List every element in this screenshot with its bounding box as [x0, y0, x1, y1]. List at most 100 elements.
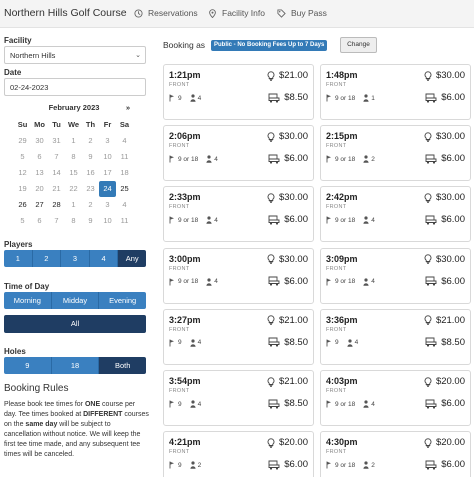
players-option[interactable]: 4 [89, 250, 119, 267]
tee-time-card[interactable]: 2:06pm FRONT 9 or 18 4 $30.00 $6.00 [163, 125, 314, 182]
players-value: 4 [214, 278, 218, 286]
golf-bulb-icon [267, 376, 275, 387]
cart-fee: $6.00 [425, 214, 465, 225]
calendar-day: 30 [35, 136, 44, 145]
calendar-day: 22 [69, 184, 78, 193]
calendar-month: February 2023 [48, 103, 100, 112]
flag-icon [169, 461, 174, 469]
tee-side: FRONT [169, 265, 190, 272]
golf-cart-icon [268, 337, 280, 347]
green-fee: $21.00 [267, 315, 308, 326]
holes-option[interactable]: Both [99, 357, 146, 374]
facility-label: Facility [4, 36, 32, 45]
calendar-day: 7 [54, 216, 59, 225]
golf-cart-icon [425, 215, 437, 225]
tee-time-card[interactable]: 3:54pm FRONT 9 4 $21.00 $8.50 [163, 370, 314, 426]
clock-icon [134, 8, 143, 18]
tee-time-card[interactable]: 3:09pm FRONT 9 or 18 4 $30.00 $6.00 [320, 247, 471, 304]
tee-time-card[interactable]: 1:21pm FRONT 9 4 $21.00 $8.50 [163, 64, 314, 120]
calendar-day: 31 [52, 136, 61, 145]
person-icon [190, 400, 196, 408]
calendar-day[interactable]: 26 [14, 197, 31, 213]
players-info: 2 [363, 155, 375, 163]
tee-time-card[interactable]: 3:27pm FRONT 9 4 $21.00 $8.50 [163, 308, 314, 365]
green-fee: $20.00 [424, 437, 465, 448]
facility-select[interactable]: Northern Hills ⌄ [4, 46, 146, 64]
top-nav-bar: Northern Hills Golf Course Reservations … [0, 0, 474, 28]
golf-bulb-icon [267, 254, 275, 264]
time-of-day-button-group: Morning Midday Evening [4, 292, 146, 309]
nav-facility-info-label: Facility Info [222, 8, 265, 18]
calendar-grid: Su Mo Tu We Th Fr Sa 29 30 31 1 2 3 4 5 6 7 8 9 10 11 12 13 14 1… [14, 117, 134, 229]
time-of-day-option[interactable]: Evening [99, 292, 146, 309]
calendar-day: 5 [20, 152, 25, 161]
green-fee: $30.00 [424, 254, 465, 265]
players-value: 4 [197, 400, 202, 408]
tee-time-card[interactable]: 4:03pm FRONT 9 or 18 4 $20.00 $6.00 [320, 370, 471, 426]
holes-value: 9 [178, 400, 182, 408]
green-fee: $21.00 [267, 70, 308, 81]
tee-time-card[interactable]: 2:33pm FRONT 9 or 18 4 $30.00 $6.00 [163, 186, 314, 243]
cart-fee: $6.00 [425, 153, 465, 164]
calendar-day: 6 [37, 216, 42, 225]
change-rate-button[interactable]: Change [340, 37, 377, 53]
time-of-day-option[interactable]: Midday [51, 292, 100, 309]
players-info: 4 [190, 94, 202, 102]
calendar-day: 16 [86, 168, 95, 177]
calendar-day[interactable]: 24 [99, 181, 116, 197]
calendar: February 2023 » Su Mo Tu We Th Fr Sa 29 30 31 1 2 3 4… [14, 103, 134, 229]
golf-bulb-icon [424, 315, 432, 326]
players-option[interactable]: 1 [4, 250, 33, 267]
tee-side: FRONT [169, 82, 190, 88]
green-fee: $20.00 [267, 437, 308, 448]
person-icon [363, 216, 369, 225]
holes-option[interactable]: 9 [4, 357, 52, 374]
calendar-day: 11 [120, 216, 129, 225]
green-fee-value: $30.00 [278, 131, 308, 143]
nav-buy-pass[interactable]: Buy Pass [277, 8, 327, 18]
calendar-day: 9 [88, 152, 93, 161]
tee-time-card[interactable]: 1:48pm FRONT 9 or 18 1 $30.00 $6.00 [320, 64, 471, 120]
time-of-day-option[interactable]: Morning [4, 292, 52, 309]
nav-reservations[interactable]: Reservations [134, 8, 198, 18]
players-option[interactable]: 3 [61, 250, 90, 267]
nav-facility-info[interactable]: Facility Info [208, 8, 265, 18]
tee-time-card[interactable]: 3:00pm FRONT 9 or 18 4 $30.00 $6.00 [163, 247, 314, 304]
date-input[interactable]: 02-24-2023 [4, 78, 146, 96]
booking-as-label: Booking as [163, 40, 206, 50]
players-option[interactable]: 2 [32, 250, 62, 267]
time-of-day-label: Time of Day [4, 282, 50, 291]
tee-time: 1:21pm [169, 70, 201, 80]
time-all-button[interactable]: All [4, 315, 146, 333]
location-pin-icon [209, 8, 216, 18]
tee-side: FRONT [326, 143, 347, 150]
course-name[interactable]: Northern Hills Golf Course [4, 7, 127, 19]
calendar-day: 8 [71, 152, 76, 161]
golf-cart-icon [425, 93, 437, 103]
calendar-day[interactable]: 25 [116, 181, 133, 197]
tee-time-card[interactable]: 2:42pm FRONT 9 or 18 4 $30.00 $6.00 [320, 186, 471, 243]
person-icon [190, 339, 196, 347]
person-icon [363, 94, 369, 102]
tee-time-card[interactable]: 4:30pm FRONT 9 or 18 2 $20.00 $6.00 [320, 431, 471, 477]
tee-time-card[interactable]: 2:15pm FRONT 9 or 18 2 $30.00 $6.00 [320, 125, 471, 182]
holes-info: 94 [169, 400, 201, 408]
green-fee-value: $20.00 [435, 437, 465, 449]
calendar-next-button[interactable]: » [126, 103, 130, 112]
holes-value: 9 [335, 339, 339, 347]
players-value: 4 [197, 94, 202, 102]
calendar-day[interactable]: 27 [31, 197, 48, 213]
tee-time-card[interactable]: 3:36pm FRONT 9 4 $21.00 $8.50 [320, 308, 471, 365]
chevron-down-icon: ⌄ [135, 52, 141, 59]
golf-cart-icon [425, 399, 437, 409]
facility-value: Northern Hills [10, 51, 56, 60]
golf-cart-icon [425, 154, 437, 164]
cart-fee-value: $6.00 [441, 153, 465, 165]
calendar-day: 11 [120, 152, 129, 161]
calendar-day[interactable]: 28 [48, 197, 65, 213]
tee-time-card[interactable]: 4:21pm FRONT 9 2 $20.00 $6.00 [163, 431, 314, 477]
golf-bulb-icon [267, 315, 275, 326]
players-option[interactable]: Any [118, 250, 146, 267]
calendar-day-of-week: Fr [103, 120, 112, 129]
holes-option[interactable]: 18 [51, 357, 100, 374]
